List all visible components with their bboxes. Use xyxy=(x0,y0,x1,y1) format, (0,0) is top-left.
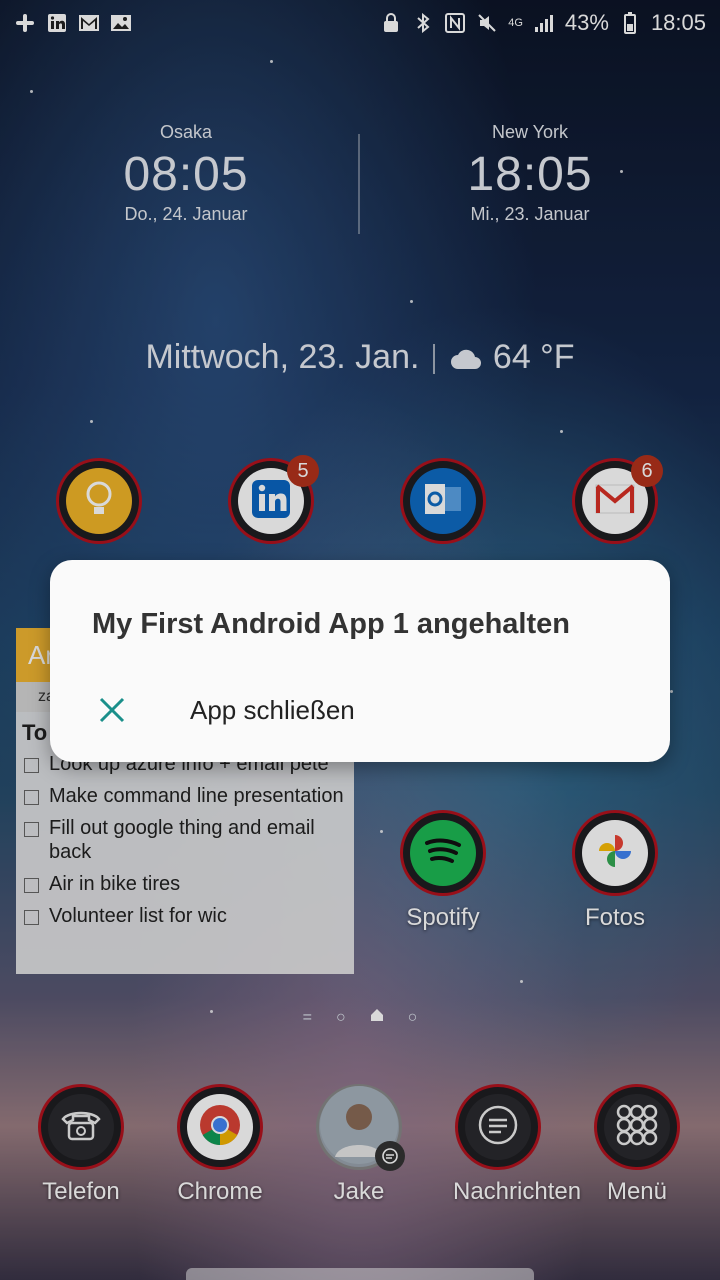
close-icon xyxy=(72,696,152,724)
dialog-title: My First Android App 1 angehalten xyxy=(92,608,570,640)
app-stopped-dialog: My First Android App 1 angehalten App sc… xyxy=(50,560,670,762)
close-app-button[interactable]: App schließen xyxy=(50,680,670,740)
close-app-label: App schließen xyxy=(190,694,355,725)
navigation-handle[interactable] xyxy=(186,1268,534,1280)
